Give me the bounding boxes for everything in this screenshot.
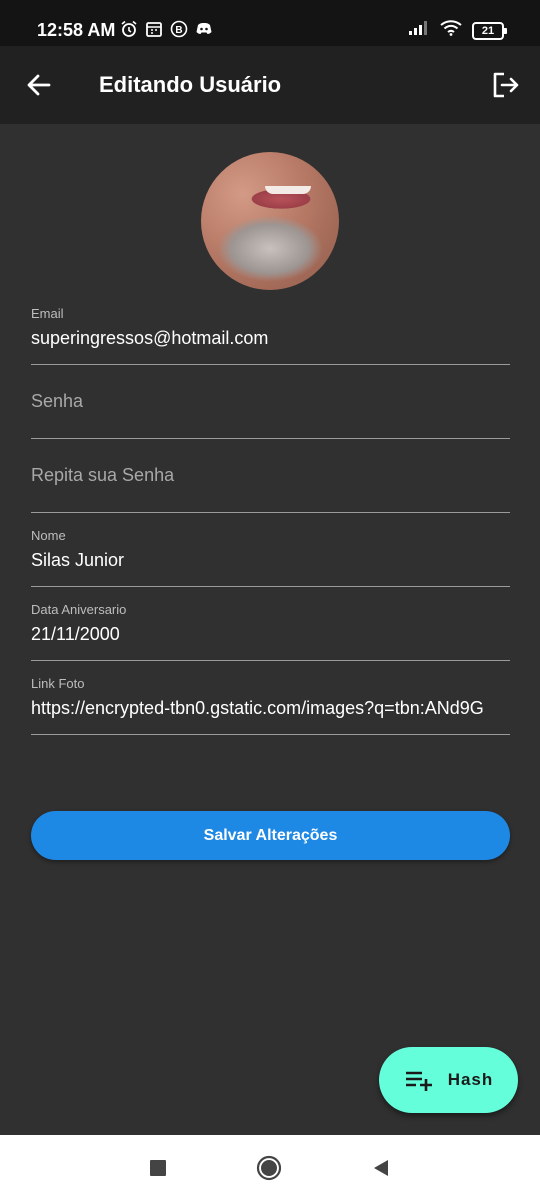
wifi-icon [440,20,462,41]
square-icon [150,1160,166,1176]
email-field[interactable]: Email superingressos@hotmail.com [31,306,510,365]
home-button[interactable] [256,1155,282,1181]
discord-icon [195,20,213,38]
repeat-password-field[interactable]: Repita sua Senha [31,464,510,513]
status-time: 12:58 AM [37,20,116,40]
status-bar: 12:58 AM B 21 [0,0,540,46]
photo-link-label: Link Foto [31,676,85,691]
avatar[interactable] [201,152,339,290]
calendar-icon [145,20,163,38]
system-nav-bar [0,1135,540,1200]
email-input[interactable]: superingressos@hotmail.com [31,327,510,349]
photo-link-field[interactable]: Link Foto https://encrypted-tbn0.gstatic… [31,676,510,735]
back-nav-button[interactable] [368,1155,394,1181]
app-bar: Editando Usuário [0,46,540,124]
name-input[interactable]: Silas Junior [31,549,510,571]
status-right: 21 [408,20,507,41]
hash-fab-button[interactable]: Hash [379,1047,518,1113]
signal-icon [408,20,430,41]
birthday-label: Data Aniversario [31,602,127,617]
recents-button[interactable] [145,1155,171,1181]
circle-icon [256,1155,282,1181]
logout-icon [493,72,519,98]
b-badge-icon: B [170,20,188,38]
battery-icon: 21 [472,21,507,40]
password-field[interactable]: Senha [31,390,510,439]
password-input[interactable]: Senha [31,390,510,412]
birthday-input[interactable]: 21/11/2000 [31,623,510,645]
back-button[interactable] [22,68,56,102]
notification-icons: B [120,20,213,38]
arrow-back-icon [27,74,51,96]
logout-button[interactable] [488,68,522,102]
repeat-password-input[interactable]: Repita sua Senha [31,464,510,486]
fab-label: Hash [447,1070,494,1089]
name-label: Nome [31,528,66,543]
page-title: Editando Usuário [99,72,282,97]
save-button[interactable]: Salvar Alterações [31,811,510,860]
photo-link-input[interactable]: https://encrypted-tbn0.gstatic.com/image… [31,697,510,719]
email-label: Email [31,306,64,321]
playlist-add-icon [405,1071,432,1091]
birthday-field[interactable]: Data Aniversario 21/11/2000 [31,602,510,661]
svg-text:B: B [175,25,182,36]
name-field[interactable]: Nome Silas Junior [31,528,510,587]
triangle-back-icon [374,1160,388,1176]
avatar-detail [265,186,311,194]
alarm-icon [120,20,138,38]
